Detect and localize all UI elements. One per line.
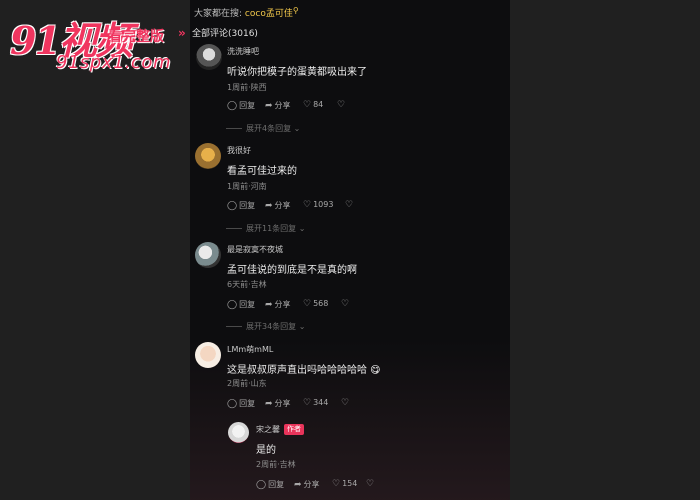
chevron-down-icon: ⌄ [291,124,301,133]
site-watermark[interactable]: 91视频 看完整版 » 91spx1.com [8,8,198,73]
reply-icon: ◯ [256,480,267,490]
like-button[interactable]: ♡ 344 [303,398,328,408]
reply-button[interactable]: ◯ 回复 [227,100,255,111]
dislike-button[interactable]: ♡ [341,299,351,309]
share-button[interactable]: ➦ 分享 [265,200,291,211]
watermark-url: 91spx1.com [56,52,171,73]
broken-heart-icon: ♡ [341,398,350,408]
avatar[interactable] [195,143,221,169]
share-button[interactable]: ➦ 分享 [265,398,291,409]
share-icon: ➦ [265,300,273,310]
comment-text: 这是叔叔原声直出吗哈哈哈哈哈 😋 [227,365,381,376]
divider-line [226,326,242,327]
share-icon: ➦ [294,480,302,490]
like-button[interactable]: ♡ 84 [303,100,323,110]
broken-heart-icon: ♡ [341,299,350,309]
dislike-button[interactable]: ♡ [366,479,376,489]
share-icon: ➦ [265,201,273,211]
comment-username[interactable]: 我很好 [227,145,251,156]
chevron-down-icon: ⌄ [296,224,306,233]
reply-icon: ◯ [227,399,238,409]
like-button[interactable]: ♡ 568 [303,299,328,309]
comment-username[interactable]: LMm萌mML [227,344,273,355]
avatar[interactable] [195,242,221,268]
comment-text: 听说你把模子的蛋黄都吸出来了 [227,67,367,78]
reply-button[interactable]: ◯ 回复 [227,299,255,310]
avatar[interactable] [196,44,222,70]
comment-meta: 2周前·山东 [227,379,267,388]
broken-heart-icon: ♡ [337,100,346,110]
heart-icon: ♡ [303,200,312,210]
dislike-button[interactable]: ♡ [345,200,355,210]
search-term-link[interactable]: coco孟可佳 [245,9,293,19]
reply-meta: 2周前·吉林 [256,460,296,469]
comment-panel: 大家都在搜: coco孟可佳⚲ 全部评论(3016) 洗洗睡吧 听说你把模子的蛋… [190,0,510,500]
comment-text: 看孟可佳过来的 [227,166,297,177]
share-button[interactable]: ➦ 分享 [265,100,291,111]
share-icon: ➦ [265,399,273,409]
reply-username[interactable]: 宋之馨 作者 [256,424,304,435]
watermark-see-full[interactable]: 看完整版 [108,26,164,46]
comment-text: 孟可佳说的到底是不是真的啊 [227,265,357,276]
heart-icon: ♡ [303,299,312,309]
share-button[interactable]: ➦ 分享 [265,299,291,310]
broken-heart-icon: ♡ [366,479,375,489]
dislike-button[interactable]: ♡ [341,398,351,408]
divider-line [226,228,242,229]
double-chevron-icon: » [178,26,186,40]
heart-icon: ♡ [303,100,312,110]
search-icon[interactable]: ⚲ [293,6,299,15]
avatar[interactable] [195,342,221,368]
reply-icon: ◯ [227,201,238,211]
expand-replies-button[interactable]: 展开34条回复 ⌄ [226,321,305,332]
heart-icon: ♡ [303,398,312,408]
divider-line [226,128,242,129]
comment-username[interactable]: 洗洗睡吧 [227,46,259,57]
expand-replies-button[interactable]: 展开11条回复 ⌄ [226,223,305,234]
broken-heart-icon: ♡ [345,200,354,210]
reply-button[interactable]: ◯ 回复 [256,479,284,490]
author-badge: 作者 [284,424,304,435]
share-button[interactable]: ➦ 分享 [294,479,320,490]
comment-username[interactable]: 最是寂寞不夜城 [227,244,283,255]
heart-icon: ♡ [332,479,341,489]
expand-replies-button[interactable]: 展开4条回复 ⌄ [226,123,300,134]
search-prefix: 大家都在搜: [194,9,243,19]
comment-count-title: 全部评论(3016) [192,29,258,39]
reply-button[interactable]: ◯ 回复 [227,398,255,409]
reply-icon: ◯ [227,300,238,310]
search-suggestion[interactable]: 大家都在搜: coco孟可佳⚲ [194,6,299,19]
avatar[interactable] [228,422,249,443]
like-button[interactable]: ♡ 154 [332,479,357,489]
reply-text: 是的 [256,445,276,456]
share-icon: ➦ [265,101,273,111]
comment-meta: 1周前·河南 [227,182,267,191]
comment-meta: 1周前·陕西 [227,83,267,92]
like-button[interactable]: ♡ 1093 [303,200,333,210]
chevron-down-icon: ⌄ [296,322,306,331]
reply-icon: ◯ [227,101,238,111]
comment-meta: 6天前·吉林 [227,280,267,289]
dislike-button[interactable]: ♡ [337,100,347,110]
reply-button[interactable]: ◯ 回复 [227,200,255,211]
